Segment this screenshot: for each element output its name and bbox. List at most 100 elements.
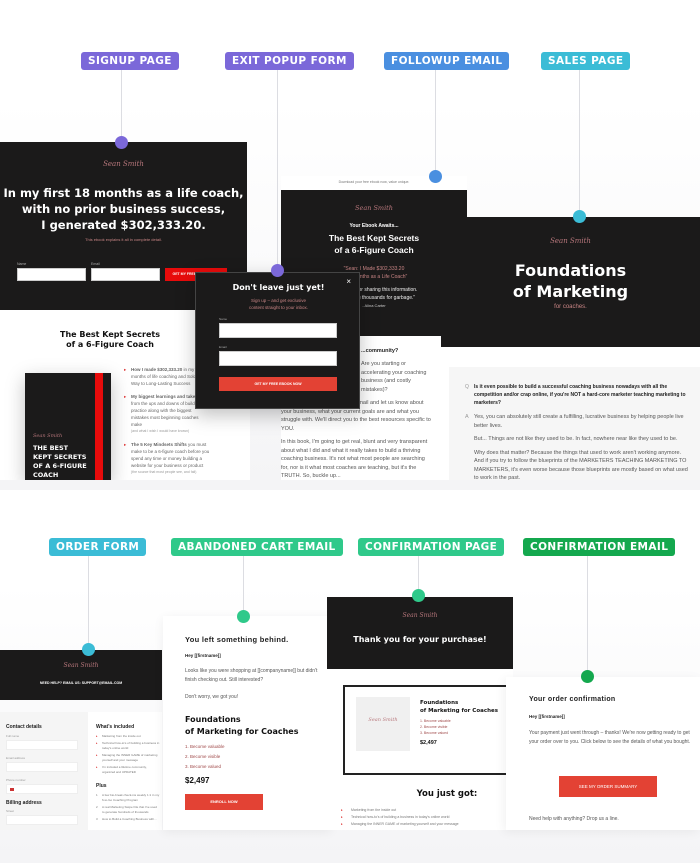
abandoned-product-title: Foundations of Marketing for Coaches bbox=[185, 715, 299, 736]
abandoned-reassurance: Don't worry, we got you! bbox=[185, 694, 239, 700]
brand-logo: Sean Smith bbox=[103, 160, 144, 168]
signup-email-input[interactable] bbox=[91, 268, 160, 281]
order-node-dot bbox=[82, 643, 95, 656]
popup-email-input[interactable] bbox=[219, 351, 337, 366]
sales-title: Foundations of Marketing bbox=[512, 261, 629, 301]
email-label: Email bbox=[91, 262, 100, 266]
signup-name-input[interactable] bbox=[17, 268, 86, 281]
list-item: 1A few bio-break check-ins weekly 1:1 in… bbox=[96, 793, 160, 802]
abandoned-price: $2,497 bbox=[185, 776, 210, 785]
order-form-header: Sean Smith NEED HELP? EMAIL US: SUPPORT@… bbox=[0, 650, 162, 700]
brand-logo: Sean Smith bbox=[550, 237, 591, 245]
ebook-brand: Sean Smith bbox=[33, 433, 63, 439]
abandoned-title: You left something behind. bbox=[185, 635, 289, 644]
contact-heading: Contact details bbox=[6, 724, 42, 730]
popup-cta-button[interactable]: GET MY FREE EBOOK NOW bbox=[219, 377, 337, 391]
connector-line bbox=[88, 556, 89, 648]
faq-answer: A Yes, you can absolutely still create a… bbox=[465, 414, 688, 480]
connector-line bbox=[579, 70, 580, 216]
popup-node-dot bbox=[271, 264, 284, 277]
list-item: ▸ Marketing from the inside out bbox=[96, 734, 141, 738]
whats-included-section: What's included ▸ Marketing from the insi… bbox=[96, 724, 160, 822]
confirm-email-body: Your payment just went through – thanks!… bbox=[529, 730, 691, 745]
sales-page-body: Q Is it even possible to build a success… bbox=[441, 347, 700, 480]
abandoned-body: Looks like you were shopping at [[compan… bbox=[185, 668, 318, 683]
popup-title: Don't leave just yet! bbox=[232, 283, 325, 292]
sales-node-dot bbox=[573, 210, 586, 223]
sales-faq: Q Is it even possible to build a success… bbox=[449, 367, 700, 480]
brand-logo: Sean Smith bbox=[63, 662, 99, 669]
product-thumbnail: Sean Smith bbox=[356, 697, 410, 751]
enroll-now-button[interactable]: ENROLL NOW bbox=[185, 794, 263, 810]
contact-details-section: Contact details Full name Email address … bbox=[0, 712, 88, 830]
confirmation-page-body: Sean Smith Foundations of Marketing for … bbox=[327, 669, 513, 830]
plus-heading: Plus bbox=[96, 783, 107, 789]
confirmation-page-header: Sean Smith Thank you for your purchase! bbox=[327, 597, 513, 669]
list-item: ▸ Technical how-to's of building a busine… bbox=[341, 815, 450, 819]
ebook-title: THE BEST KEPT SECRETS OF A 6-FIGURE COAC… bbox=[33, 444, 87, 479]
confirm-email-node-dot bbox=[581, 670, 594, 683]
signup-subtext: This ebook explains it all in complete d… bbox=[85, 237, 162, 242]
tag-followup-email: FOLLOWUP EMAIL bbox=[384, 52, 510, 70]
name-label: Name bbox=[17, 262, 27, 266]
signup-headline: In my first 18 months as a life coach, w… bbox=[3, 186, 244, 232]
tag-order-form: ORDER FORM bbox=[49, 538, 147, 556]
phone-number-input[interactable] bbox=[6, 784, 78, 794]
confirmation-email: Your order confirmation Hey [[firstname]… bbox=[506, 677, 700, 830]
followup-kicker: Your Ebook Awaits... bbox=[349, 223, 399, 229]
confirm-email-greeting: Hey [[firstname]] bbox=[529, 714, 565, 719]
signup-section-title: The Best Kept Secrets of a 6-Figure Coac… bbox=[60, 330, 160, 349]
confirm-page-node-dot bbox=[412, 589, 425, 602]
confirm-email-title: Your order confirmation bbox=[529, 696, 616, 703]
list-item: ▸ Managing the INNER GAME of marketing yo… bbox=[96, 753, 158, 762]
see-order-summary-button[interactable]: SEE MY ORDER SUMMARY bbox=[559, 776, 657, 797]
tag-exit-popup-form: EXIT POPUP FORM bbox=[225, 52, 354, 70]
list-item: ▸ The 5 Key Mindsets Shifts you must make… bbox=[124, 442, 210, 474]
abandoned-cart-email: You left something behind. Hey [[firstna… bbox=[163, 616, 331, 830]
you-just-got-list: ▸ Marketing from the inside out ▸ Technica… bbox=[341, 807, 511, 828]
order-summary-card: Sean Smith Foundations of Marketing for … bbox=[343, 685, 513, 775]
connector-line bbox=[587, 556, 588, 676]
connector-line bbox=[121, 70, 122, 142]
list-item: ▸ Marketing from the inside out bbox=[341, 808, 397, 812]
connector-line bbox=[277, 70, 278, 270]
followup-node-dot bbox=[429, 170, 442, 183]
confirm-email-footer: Need help with anything? Drop us a line. bbox=[529, 816, 619, 822]
ebook-spine-stripe bbox=[95, 373, 103, 480]
flag-icon bbox=[10, 788, 14, 791]
full-name-input[interactable] bbox=[6, 740, 78, 750]
popup-name-input[interactable] bbox=[219, 323, 337, 338]
followup-title: The Best Kept Secrets of a 6-Figure Coac… bbox=[328, 233, 420, 255]
name-label: Name bbox=[219, 317, 228, 321]
tag-confirmation-page: CONFIRMATION PAGE bbox=[358, 538, 505, 556]
brand-logo: Sean Smith bbox=[402, 612, 438, 619]
community-heading: ...community? bbox=[361, 348, 399, 354]
list-item: ▸ Managing the INNER GAME of marketing yo… bbox=[341, 822, 459, 826]
street-input[interactable] bbox=[6, 815, 78, 825]
connector-line bbox=[435, 70, 436, 176]
tag-abandoned-cart-email: ABANDONED CART EMAIL bbox=[171, 538, 343, 556]
list-item: 3 How to Build a Coaching Business with..… bbox=[96, 817, 157, 821]
included-heading: What's included bbox=[96, 724, 135, 730]
abandoned-greeting: Hey [[firstname]] bbox=[185, 653, 221, 658]
popup-subtitle: Sign up – and get exclusive content stra… bbox=[248, 298, 309, 310]
email-address-input[interactable] bbox=[6, 762, 78, 772]
tag-confirmation-email: CONFIRMATION EMAIL bbox=[523, 538, 676, 556]
tag-signup-page: SIGNUP PAGE bbox=[81, 52, 179, 70]
confirmation-price: $2,497 bbox=[420, 740, 437, 746]
confirmation-benefit-list: 1. Become valuable 2. Become visible 3. … bbox=[420, 719, 451, 735]
order-form-body: Contact details Full name Email address … bbox=[0, 712, 162, 830]
email-label: Email bbox=[219, 345, 227, 349]
abandoned-benefit-list: 1. Become valuable 2. Become visible 3. … bbox=[185, 744, 225, 769]
order-support-text: NEED HELP? EMAIL US: SUPPORT@EMAIL.COM bbox=[39, 681, 123, 685]
list-item: ▸ I'm included a lifetime community, orga… bbox=[96, 765, 147, 774]
connector-line bbox=[243, 556, 244, 616]
list-item: 2A real Marketing Swipe File that I've u… bbox=[96, 805, 157, 814]
sales-subtitle: for coaches. bbox=[554, 304, 587, 310]
confirmation-product-title: Foundations of Marketing for Coaches bbox=[420, 700, 499, 714]
confirmation-title: Thank you for your purchase! bbox=[353, 635, 487, 644]
faq-question: Q Is it even possible to build a success… bbox=[465, 384, 686, 406]
signup-node-dot bbox=[115, 136, 128, 149]
ebook-cover: Sean Smith THE BEST KEPT SECRETS OF A 6-… bbox=[25, 373, 111, 480]
list-item: ▸ Technical how-to's of building a busine… bbox=[96, 741, 160, 750]
